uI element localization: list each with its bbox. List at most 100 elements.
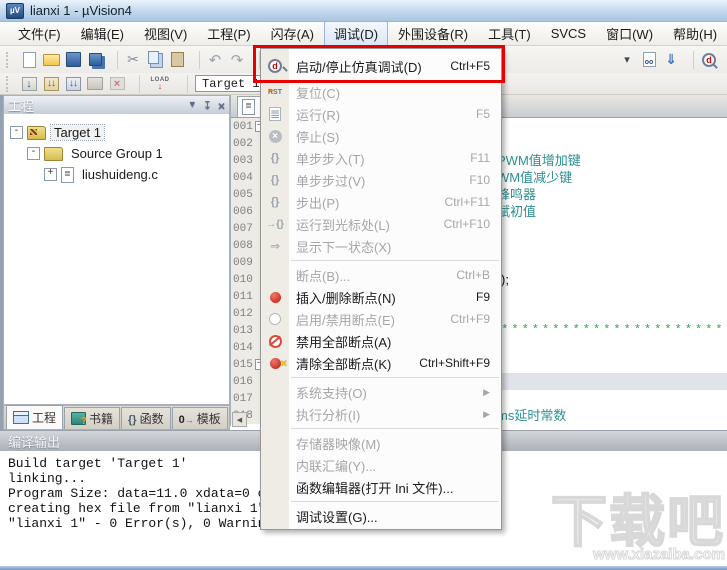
close-icon[interactable]: [218, 99, 225, 113]
menubar-item[interactable]: 外围设备(R): [388, 21, 478, 46]
line-number-text: 014: [233, 341, 253, 354]
start-debug-icon[interactable]: [699, 50, 719, 70]
debug-menu-item[interactable]: 启用/禁用断点(E) Ctrl+F9: [261, 308, 501, 330]
debug-menu-item-label: 调试设置(G)...: [296, 509, 378, 525]
menubar-item[interactable]: 工具(T): [478, 21, 541, 46]
save-all-icon[interactable]: [85, 50, 105, 70]
step-over-icon: [261, 174, 289, 186]
menu-separator: [291, 428, 499, 429]
debug-menu-item-label: 系统支持(O): [296, 385, 367, 401]
tree-item-label: liushuideng.c: [82, 167, 158, 182]
books-tab-icon: [71, 412, 87, 427]
tree-item[interactable]: - Source Group 1: [4, 143, 229, 164]
line-number-text: 011: [233, 290, 253, 303]
dropdown-arrow-icon[interactable]: [617, 50, 637, 70]
debug-menu-item[interactable]: 禁用全部断点(A): [261, 330, 501, 352]
run-to-cursor-icon: [261, 219, 289, 230]
build-icon[interactable]: [41, 74, 61, 94]
tree-expander[interactable]: -: [10, 126, 23, 139]
tree-expander[interactable]: +: [44, 168, 57, 181]
debug-menu-item[interactable]: 内联汇编(Y)...: [261, 454, 501, 476]
pin-icon[interactable]: [203, 99, 212, 113]
line-number: 002: [231, 135, 261, 152]
editor-hscroll-left-button[interactable]: ◀: [232, 412, 247, 427]
debug-menu-item[interactable]: 系统支持(O) ▶: [261, 381, 501, 403]
submenu-arrow-icon: ▶: [483, 408, 490, 419]
debug-menu-item[interactable]: 断点(B)... Ctrl+B: [261, 264, 501, 286]
debug-menu-item[interactable]: 函数编辑器(打开 Ini 文件)...: [261, 476, 501, 498]
undo-icon[interactable]: [205, 50, 225, 70]
line-number-text: 006: [233, 205, 253, 218]
toggle-breakpoint-icon: [261, 292, 289, 303]
debug-menu-item[interactable]: 运行(R) F5: [261, 103, 501, 125]
menubar-item[interactable]: 工程(P): [197, 21, 260, 46]
line-number: 009: [231, 254, 261, 271]
menubar-item[interactable]: 闪存(A): [261, 21, 324, 46]
debug-menu-item[interactable]: 单步步入(T) F11: [261, 147, 501, 169]
debug-menu-item[interactable]: 复位(C): [261, 81, 501, 103]
paste-icon[interactable]: [167, 50, 187, 70]
debug-menu-item-label: 执行分析(I): [296, 407, 361, 423]
debug-menu-item[interactable]: 运行到光标处(L) Ctrl+F10: [261, 213, 501, 235]
translate-icon[interactable]: [19, 74, 39, 94]
save-icon[interactable]: [63, 50, 83, 70]
line-number: 010: [231, 271, 261, 288]
project-panel: 工程 -Target 1-Source Group 1+liushuideng.…: [3, 95, 230, 405]
run-icon: [261, 107, 289, 121]
toolbar-separator: [110, 50, 118, 69]
batch-build-icon[interactable]: [85, 74, 105, 94]
rebuild-icon[interactable]: [63, 74, 83, 94]
menubar-item[interactable]: 文件(F): [8, 21, 71, 46]
debug-menu-item-label: 断点(B)...: [296, 268, 351, 284]
cut-icon[interactable]: [123, 50, 143, 70]
panel-tab-书籍[interactable]: 书籍: [64, 407, 121, 429]
debug-menu-item[interactable]: 清除全部断点(K) Ctrl+Shift+F9: [261, 352, 501, 374]
stop-icon: [261, 130, 289, 143]
toolbar-separator: [180, 74, 188, 93]
target-select-value: Target 1: [202, 76, 260, 91]
menubar-item[interactable]: 编辑(E): [71, 21, 134, 46]
find-in-files-icon[interactable]: [639, 50, 659, 70]
debug-menu-item[interactable]: 显示下一状态(X): [261, 235, 501, 257]
line-number: 005: [231, 186, 261, 203]
line-number-text: 009: [233, 256, 253, 269]
load-flash-icon[interactable]: LOAD: [145, 74, 175, 94]
stop-build-icon[interactable]: [107, 74, 127, 94]
panel-tab-label: 工程: [32, 411, 57, 425]
toolbar-grip: [6, 75, 14, 92]
project-panel-buttons: [188, 99, 225, 113]
line-number-text: 005: [233, 188, 253, 201]
copy-icon[interactable]: [143, 48, 163, 68]
debug-menu-item[interactable]: 单步步过(V) F10: [261, 169, 501, 191]
dropdown-icon[interactable]: [188, 99, 197, 113]
menubar-item[interactable]: SVCS: [541, 23, 596, 44]
toolbar-separator: [686, 50, 694, 69]
project-tab-icon: [13, 411, 29, 424]
tree-item[interactable]: - Target 1: [4, 122, 229, 143]
line-number: 013: [231, 322, 261, 339]
debug-menu-item[interactable]: 插入/删除断点(N) F9: [261, 286, 501, 308]
line-number: 006: [231, 203, 261, 220]
debug-menu-item-label: 停止(S): [296, 129, 340, 145]
tree-expander[interactable]: -: [27, 147, 40, 160]
find-in-target-icon[interactable]: [661, 50, 681, 70]
debug-menu-item[interactable]: 停止(S): [261, 125, 501, 147]
menubar-item[interactable]: 视图(V): [134, 21, 197, 46]
panel-tab-函数[interactable]: 函数: [121, 407, 171, 429]
redo-icon[interactable]: [227, 50, 247, 70]
menubar-item[interactable]: 窗口(W): [596, 21, 663, 46]
panel-tab-工程[interactable]: 工程: [6, 405, 64, 429]
tree-item[interactable]: + liushuideng.c: [4, 164, 229, 185]
toolbar-separator: [132, 74, 140, 93]
new-file-icon[interactable]: [19, 50, 39, 70]
debug-menu-item[interactable]: 执行分析(I) ▶: [261, 403, 501, 425]
debug-menu-item-label: 运行(R): [296, 107, 341, 123]
debug-menu-item[interactable]: 步出(P) Ctrl+F11: [261, 191, 501, 213]
menu-shortcut: F9: [475, 290, 490, 304]
debug-menu-item[interactable]: 调试设置(G)...: [261, 505, 501, 527]
panel-tab-模板[interactable]: 模板: [171, 407, 228, 429]
menubar-item[interactable]: 帮助(H): [663, 21, 727, 46]
open-file-icon[interactable]: [41, 50, 61, 70]
debug-menu-item[interactable]: 存储器映像(M): [261, 432, 501, 454]
menubar-item[interactable]: 调试(D): [323, 21, 389, 46]
